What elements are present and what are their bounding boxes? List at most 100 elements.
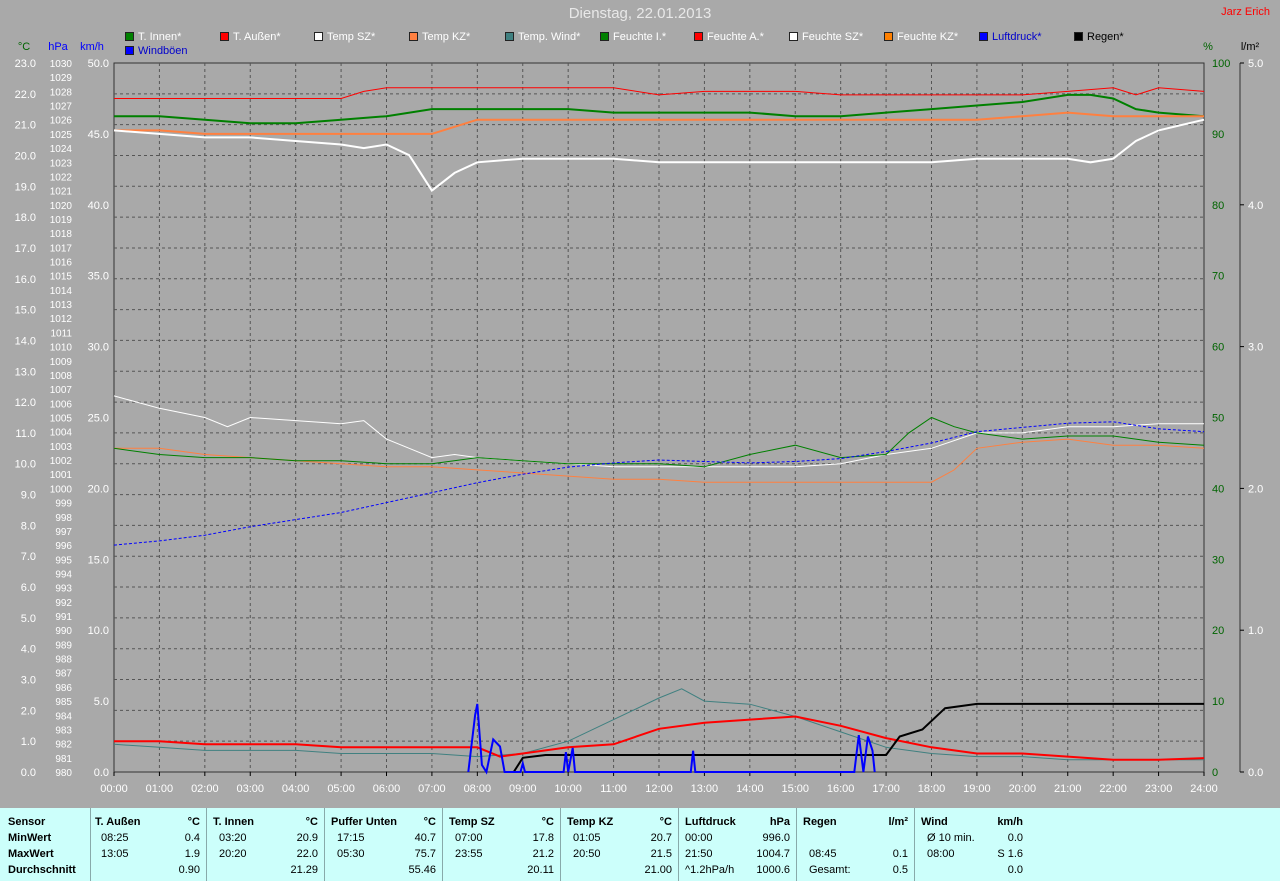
stats-divider <box>796 808 797 881</box>
x-tick-label: 23:00 <box>1145 783 1173 795</box>
legend-swatch <box>125 46 134 55</box>
pressure-tick-label: 992 <box>55 598 72 609</box>
legend-item: Feuchte A.* <box>694 31 764 43</box>
pressure-tick-label: 1029 <box>50 73 73 84</box>
legend-swatch <box>1074 32 1083 41</box>
wind-tick-label: 5.0 <box>94 696 109 708</box>
pressure-tick-label: 1009 <box>50 357 73 368</box>
wind-tick-label: 40.0 <box>88 200 109 212</box>
stats-time: 20:20 <box>219 848 247 860</box>
stats-time: 03:20 <box>219 832 247 844</box>
pressure-tick-label: 1024 <box>50 144 73 155</box>
rain-tick-label: 3.0 <box>1248 342 1263 354</box>
rain-tick-label: 2.0 <box>1248 483 1263 495</box>
stats-header: Wind <box>921 816 948 828</box>
pressure-tick-label: 997 <box>55 527 72 538</box>
legend-swatch <box>220 32 229 41</box>
stats-value: 55.46 <box>408 864 436 876</box>
pressure-tick-label: 1016 <box>50 258 73 269</box>
pressure-tick-label: 1020 <box>50 201 73 212</box>
x-tick-label: 18:00 <box>918 783 946 795</box>
temp-tick-label: 13.0 <box>15 366 36 378</box>
legend-label: Windböen <box>138 45 188 57</box>
stats-header-unit: °C <box>423 816 436 828</box>
x-tick-label: 04:00 <box>282 783 310 795</box>
wind-tick-label: 25.0 <box>88 413 109 425</box>
x-tick-label: 17:00 <box>872 783 900 795</box>
stats-time: Ø 10 min. <box>927 832 975 844</box>
pressure-tick-label: 982 <box>55 740 72 751</box>
stats-value: 1.9 <box>184 848 200 860</box>
legend-label: T. Außen* <box>233 31 281 43</box>
legend-label: Temp KZ* <box>422 31 471 43</box>
legend-label: Feuchte SZ* <box>802 31 864 43</box>
stats-header: Luftdruck <box>685 816 736 828</box>
x-tick-label: 10:00 <box>554 783 582 795</box>
x-tick-label: 00:00 <box>100 783 128 795</box>
legend: T. Innen* T. Außen* Temp SZ* Temp KZ* Temp. … <box>0 31 1280 61</box>
stats-row-label: Durchschnitt <box>8 864 76 876</box>
pressure-tick-label: 1027 <box>50 102 73 113</box>
stats-row-label: MaxWert <box>8 848 54 860</box>
stats-header: Temp KZ <box>567 816 614 828</box>
legend-label: Luftdruck* <box>992 31 1042 43</box>
stats-value: 22.0 <box>296 848 318 860</box>
pressure-tick-label: 990 <box>55 626 72 637</box>
stats-value: 0.1 <box>892 848 908 860</box>
x-tick-label: 22:00 <box>1099 783 1127 795</box>
temp-tick-label: 19.0 <box>15 181 36 193</box>
temp-tick-label: 7.0 <box>21 551 36 563</box>
stats-header: T. Innen <box>213 816 254 828</box>
weather-chart: 00:00 01:00 02:00 03:00 04:00 05:00 06:00 07:00… <box>15 41 1264 795</box>
stats-header: Temp SZ <box>449 816 495 828</box>
pressure-tick-label: 980 <box>55 768 72 779</box>
stats-value: 0.5 <box>892 864 908 876</box>
legend-item: Temp KZ* <box>409 31 470 43</box>
legend-label: Temp SZ* <box>327 31 376 43</box>
x-tick-label: 03:00 <box>236 783 264 795</box>
pressure-tick-label: 1013 <box>50 300 73 311</box>
temp-tick-label: 15.0 <box>15 305 36 317</box>
x-tick-label: 20:00 <box>1009 783 1037 795</box>
stats-header-unit: °C <box>305 816 318 828</box>
x-tick-label: 13:00 <box>691 783 719 795</box>
legend-item: Feuchte KZ* <box>884 31 958 43</box>
stats-value: 0.0 <box>1007 832 1023 844</box>
pressure-tick-label: 988 <box>55 655 72 666</box>
x-tick-label: 15:00 <box>781 783 809 795</box>
x-tick-label: 14:00 <box>736 783 764 795</box>
stats-value: S 1.6 <box>997 848 1023 860</box>
legend-swatch <box>789 32 798 41</box>
pressure-tick-label: 1012 <box>50 314 73 325</box>
rain-tick-label: 0.0 <box>1248 767 1263 779</box>
legend-label: Regen* <box>1087 31 1124 43</box>
humidity-tick-label: 90 <box>1212 129 1224 141</box>
temp-tick-label: 3.0 <box>21 675 36 687</box>
temp-tick-label: 10.0 <box>15 459 36 471</box>
pressure-tick-label: 1010 <box>50 343 73 354</box>
stats-time: 05:30 <box>337 848 365 860</box>
stats-divider <box>914 808 915 881</box>
stats-value: 0.4 <box>184 832 200 844</box>
legend-item: Temp SZ* <box>314 31 375 43</box>
stats-divider <box>678 808 679 881</box>
humidity-tick-label: 10 <box>1212 696 1224 708</box>
humidity-tick-label: 0 <box>1212 767 1218 779</box>
stats-header: Sensor <box>8 816 46 828</box>
stats-value: 0.0 <box>1007 864 1023 876</box>
pressure-tick-label: 993 <box>55 584 72 595</box>
pressure-tick-label: 1004 <box>50 428 73 439</box>
stats-time: ^1.2hPa/h <box>685 864 735 876</box>
pressure-tick-label: 1025 <box>50 130 73 141</box>
temp-tick-label: 0.0 <box>21 767 36 779</box>
legend-label: Feuchte I.* <box>613 31 667 43</box>
stats-header-unit: l/m² <box>888 816 908 828</box>
pressure-tick-label: 996 <box>55 541 72 552</box>
stats-time: 01:05 <box>573 832 601 844</box>
temp-tick-label: 5.0 <box>21 613 36 625</box>
legend-item: T. Innen* <box>125 31 181 43</box>
x-tick-label: 08:00 <box>464 783 492 795</box>
temp-tick-label: 12.0 <box>15 397 36 409</box>
temp-tick-label: 20.0 <box>15 150 36 162</box>
temp-tick-label: 17.0 <box>15 243 36 255</box>
